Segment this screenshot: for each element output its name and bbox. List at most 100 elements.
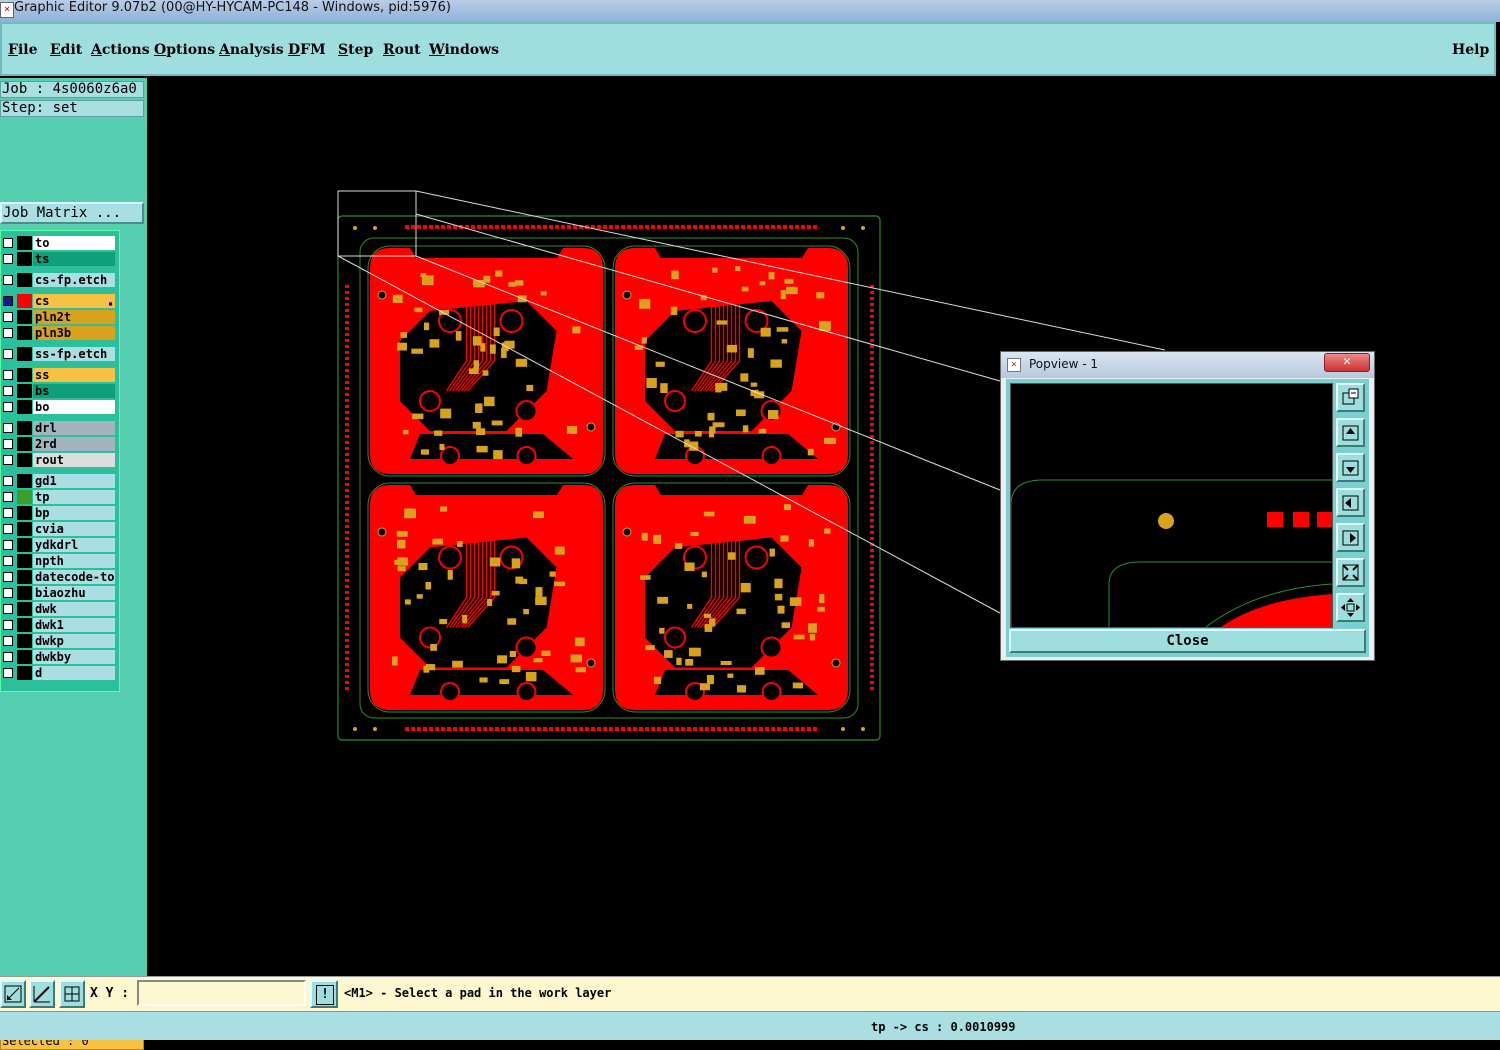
- layer-name[interactable]: dwkby: [33, 650, 115, 664]
- layer-row-biaozhu[interactable]: biaozhu: [1, 585, 119, 601]
- layer-color-swatch[interactable]: [17, 666, 32, 680]
- pan-down-icon[interactable]: [1336, 453, 1365, 482]
- layer-checkbox[interactable]: [3, 275, 13, 285]
- layer-checkbox[interactable]: [3, 620, 13, 630]
- layer-color-swatch[interactable]: [17, 618, 32, 632]
- alert-button[interactable]: !: [310, 980, 338, 1008]
- layer-name[interactable]: bo: [33, 400, 115, 414]
- menu-dfm[interactable]: DFM: [288, 42, 326, 58]
- layer-name[interactable]: datecode-to: [33, 570, 115, 584]
- layer-color-swatch[interactable]: [17, 602, 32, 616]
- layer-row-bo[interactable]: bo: [1, 399, 119, 415]
- menu-actions[interactable]: Actions: [91, 42, 150, 58]
- layer-color-swatch[interactable]: [17, 326, 32, 340]
- layer-checkbox[interactable]: [3, 386, 13, 396]
- layer-name[interactable]: pln3b: [33, 326, 115, 340]
- layer-name[interactable]: gd1: [33, 474, 115, 488]
- layer-name[interactable]: bs: [33, 384, 115, 398]
- layer-row-datecode-to[interactable]: datecode-to: [1, 569, 119, 585]
- layer-color-swatch[interactable]: [17, 236, 32, 250]
- layer-color-swatch[interactable]: [17, 522, 32, 536]
- layer-checkbox[interactable]: [3, 423, 13, 433]
- layer-checkbox[interactable]: [3, 328, 13, 338]
- layer-checkbox[interactable]: [3, 254, 13, 264]
- job-matrix-button[interactable]: Job Matrix ...: [0, 202, 144, 224]
- popview-close-button[interactable]: Close: [1009, 629, 1366, 653]
- layer-name[interactable]: tp: [33, 490, 115, 504]
- layer-name[interactable]: cvia: [33, 522, 115, 536]
- layer-row-dwkby[interactable]: dwkby: [1, 649, 119, 665]
- layer-name[interactable]: dwk: [33, 602, 115, 616]
- layer-name[interactable]: dwkp: [33, 634, 115, 648]
- layer-color-swatch[interactable]: [17, 506, 32, 520]
- layer-color-swatch[interactable]: [17, 554, 32, 568]
- layer-row-tp[interactable]: tp: [1, 489, 119, 505]
- layer-row-ss[interactable]: ss: [1, 367, 119, 383]
- layer-color-swatch[interactable]: [17, 634, 32, 648]
- layer-name[interactable]: npth: [33, 554, 115, 568]
- layer-row-bp[interactable]: bp: [1, 505, 119, 521]
- layer-color-swatch[interactable]: [17, 490, 32, 504]
- layer-row-dwk1[interactable]: dwk1: [1, 617, 119, 633]
- layer-name[interactable]: to: [33, 236, 115, 250]
- measure-icon[interactable]: [29, 980, 55, 1008]
- layer-checkbox[interactable]: [3, 652, 13, 662]
- layer-checkbox[interactable]: [3, 455, 13, 465]
- zoom-out-icon[interactable]: [1336, 558, 1365, 587]
- menu-windows[interactable]: Windows: [429, 42, 499, 58]
- layer-row-2rd[interactable]: 2rd: [1, 436, 119, 452]
- layer-row-to[interactable]: to: [1, 235, 119, 251]
- layer-checkbox[interactable]: [3, 349, 13, 359]
- menu-options[interactable]: Options: [154, 42, 215, 58]
- popview-viewport[interactable]: [1010, 383, 1333, 628]
- snap-icon[interactable]: [0, 980, 26, 1008]
- layer-row-cvia[interactable]: cvia: [1, 521, 119, 537]
- layer-row-dwkp[interactable]: dwkp: [1, 633, 119, 649]
- popview-close-x-button[interactable]: ✕: [1324, 353, 1370, 372]
- layer-color-swatch[interactable]: [17, 252, 32, 266]
- layer-name[interactable]: d: [33, 666, 115, 680]
- layer-name[interactable]: pln2t: [33, 310, 115, 324]
- layer-row-ydkdrl[interactable]: ydkdrl: [1, 537, 119, 553]
- layer-color-swatch[interactable]: [17, 586, 32, 600]
- layer-name[interactable]: biaozhu: [33, 586, 115, 600]
- layer-row-drl[interactable]: drl: [1, 420, 119, 436]
- zoom-in-icon[interactable]: [1336, 593, 1365, 622]
- layer-checkbox[interactable]: [3, 524, 13, 534]
- pan-left-icon[interactable]: [1336, 488, 1365, 517]
- layer-checkbox[interactable]: [3, 402, 13, 412]
- layer-color-swatch[interactable]: [17, 570, 32, 584]
- layer-name[interactable]: 2rd: [33, 437, 115, 451]
- layer-checkbox[interactable]: [3, 572, 13, 582]
- menu-edit[interactable]: Edit: [50, 42, 82, 58]
- layer-checkbox[interactable]: [3, 439, 13, 449]
- layer-color-swatch[interactable]: [17, 347, 32, 361]
- layer-row-d[interactable]: d: [1, 665, 119, 681]
- layer-row-bs[interactable]: bs: [1, 383, 119, 399]
- layer-color-swatch[interactable]: [17, 437, 32, 451]
- menu-rout[interactable]: Rout: [383, 42, 421, 58]
- menu-help[interactable]: Help: [1452, 42, 1489, 58]
- zoom-fit-button[interactable]: [1336, 383, 1365, 412]
- layer-name[interactable]: bp: [33, 506, 115, 520]
- layer-checkbox[interactable]: [3, 312, 13, 322]
- layer-color-swatch[interactable]: [17, 421, 32, 435]
- menu-analysis[interactable]: Analysis: [219, 42, 284, 58]
- layer-checkbox[interactable]: [3, 492, 13, 502]
- layer-name[interactable]: drl: [33, 421, 115, 435]
- layer-row-gd1[interactable]: gd1: [1, 473, 119, 489]
- layer-row-dwk[interactable]: dwk: [1, 601, 119, 617]
- layer-name[interactable]: ss-fp.etch: [33, 347, 115, 361]
- layer-name[interactable]: ss: [33, 368, 115, 382]
- pan-right-icon[interactable]: [1336, 523, 1365, 552]
- layer-row-cs[interactable]: cs ▪: [1, 293, 119, 309]
- layer-checkbox[interactable]: [3, 508, 13, 518]
- layer-checkbox[interactable]: [3, 370, 13, 380]
- layer-color-swatch[interactable]: [17, 453, 32, 467]
- layer-checkbox[interactable]: [3, 296, 13, 306]
- layer-row-pln3b[interactable]: pln3b: [1, 325, 119, 341]
- layer-checkbox[interactable]: [3, 636, 13, 646]
- layer-checkbox[interactable]: [3, 604, 13, 614]
- layer-checkbox[interactable]: [3, 238, 13, 248]
- layer-row-rout[interactable]: rout: [1, 452, 119, 468]
